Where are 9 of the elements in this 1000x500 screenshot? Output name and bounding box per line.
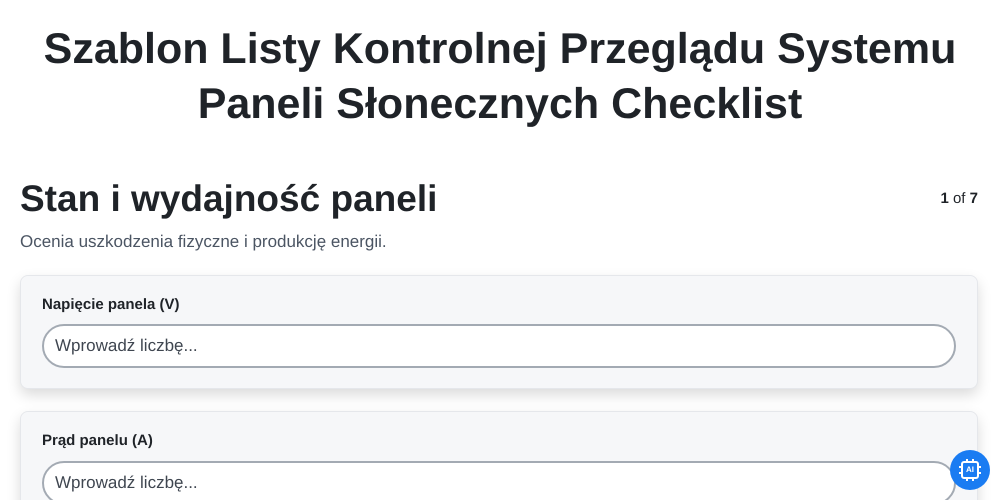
number-input-field[interactable]: Wprowadź liczbę... [42, 324, 956, 368]
section-heading: Stan i wydajność paneli [20, 177, 438, 221]
field-label: Prąd panelu (A) [42, 431, 154, 451]
step-counter: 1 of 7 [940, 189, 978, 209]
section-description: Ocenia uszkodzenia fizyczne i produkcję energii. [20, 231, 388, 253]
page-title: Szablon Listy Kontrolnej Przeglądu Systemu Paneli Słonecznych Checklist [42, 24, 958, 130]
field-label: Napięcie panela (V) [42, 294, 181, 314]
chip-icon [958, 458, 982, 482]
number-input-field[interactable]: Wprowadź liczbę... [42, 460, 956, 500]
